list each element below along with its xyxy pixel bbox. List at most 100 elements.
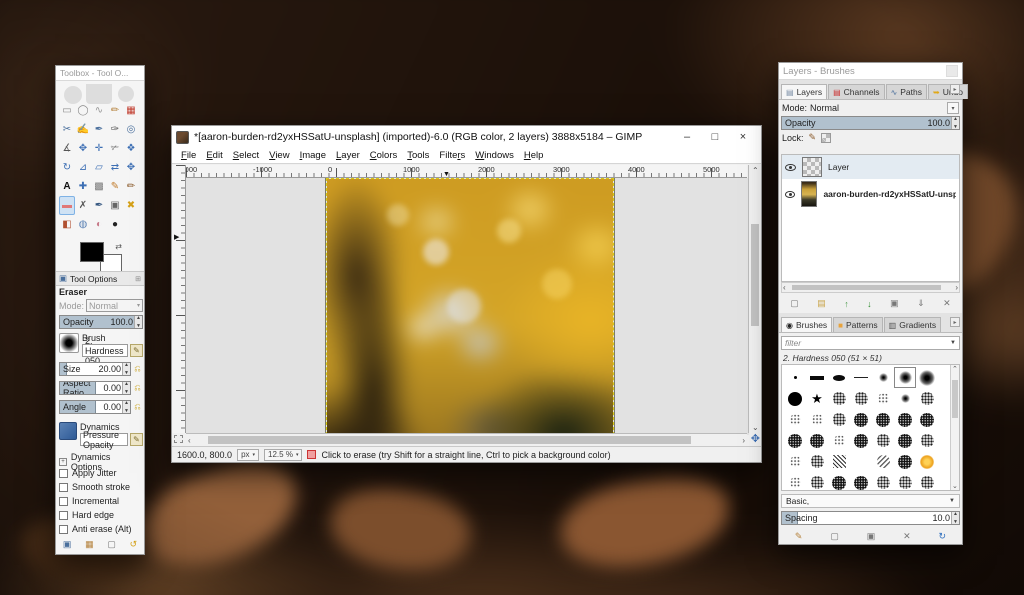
brush-group-select[interactable]: Basic, ▼ [781,494,960,508]
menu-select[interactable]: Select [228,150,264,161]
minimize-button[interactable]: – [673,126,701,148]
brush-swatch[interactable] [916,451,938,472]
brush-swatch[interactable] [850,430,872,451]
scroll-right-icon[interactable]: › [955,283,958,292]
tool-scissors-select[interactable]: ✂ [59,120,75,139]
brush-swatch[interactable] [872,388,894,409]
checkbox-box[interactable] [59,525,68,534]
brush-swatch[interactable] [850,451,872,472]
dynamics-icon[interactable] [59,422,77,440]
layer-row[interactable]: aaron-burden-rd2yxHSSatU-unspla [782,179,959,209]
titlebar-button[interactable] [946,65,958,77]
tool-rectangle-select[interactable]: ▭ [59,101,75,120]
brush-swatch[interactable] [894,409,916,430]
tool-eraser[interactable]: ▬ [59,196,75,215]
layer-list-scrollbar[interactable]: ‹ › [781,282,960,293]
checkbox-box[interactable] [59,483,68,492]
tool-blur-sharpen[interactable]: ◍ [75,215,91,234]
checkbox-smooth-stroke[interactable]: Smooth stroke [59,480,143,494]
brush-swatch[interactable] [872,472,894,491]
brush-swatch[interactable] [784,409,806,430]
brush-swatch[interactable] [784,388,806,409]
refresh-brushes-icon[interactable]: ↻ [938,531,946,542]
menu-edit[interactable]: Edit [201,150,227,161]
edit-brush-icon[interactable]: ✎ [130,344,143,357]
menu-image[interactable]: Image [295,150,331,161]
visibility-eye-icon[interactable] [785,164,796,171]
reset-angle-icon[interactable]: ⎌ [132,400,143,413]
brush-swatch[interactable] [894,430,916,451]
brush-swatch[interactable] [850,472,872,491]
navigation-cross-icon[interactable]: ✥ [751,432,760,445]
tool-zoom[interactable]: ◎ [123,120,139,139]
tool-pencil[interactable]: ✎ [107,177,123,196]
brush-swatch[interactable] [850,409,872,430]
brush-swatch[interactable] [916,430,938,451]
duplicate-layer-icon[interactable]: ▣ [890,298,899,309]
scroll-down-icon[interactable]: ⌄ [952,482,958,490]
dynamics-name-box[interactable]: Pressure Opacity [80,433,128,446]
tool-color-picker[interactable]: ✑ [107,120,123,139]
lock-pixels-icon[interactable]: ✎ [809,132,817,143]
visibility-eye-icon[interactable] [785,191,795,198]
spacing-slider[interactable]: Spacing 10.0 ▲▼ [781,511,960,525]
brush-swatch[interactable] [828,430,850,451]
brush-swatch[interactable] [784,451,806,472]
menu-windows[interactable]: Windows [470,150,519,161]
tool-airbrush[interactable]: ✗ [75,196,91,215]
layer-row[interactable]: Layer [782,155,959,179]
scroll-up-icon[interactable]: ⌃ [952,365,958,373]
tool-bucket-fill[interactable]: ◧ [59,215,75,234]
layers-titlebar[interactable]: Layers - Brushes [779,63,962,80]
new-layer-group-icon[interactable]: ▤ [817,298,826,309]
canvas-area[interactable] [186,178,749,435]
scroll-right-icon[interactable]: › [742,436,745,445]
scroll-up-icon[interactable]: ⌃ [752,166,759,175]
tool-paintbrush[interactable]: ✏ [123,177,139,196]
menu-file[interactable]: File [176,150,201,161]
menu-view[interactable]: View [264,150,294,161]
lower-layer-icon[interactable]: ↓ [867,299,872,309]
brush-swatch[interactable] [850,367,872,388]
menu-help[interactable]: Help [519,150,549,161]
mode-combo[interactable]: Normal▾ [86,299,143,312]
tool-fuzzy-select[interactable]: ✏ [107,101,123,120]
tool-free-select[interactable]: ∿ [91,101,107,120]
edit-brush-icon[interactable]: ✎ [795,531,803,542]
brush-swatch[interactable] [894,472,916,491]
brush-grid-scrollbar[interactable]: ⌃ ⌄ [950,365,959,490]
tool-shear[interactable]: ▱ [91,158,107,177]
brush-swatch[interactable] [784,367,806,388]
tool-rotate[interactable]: ↻ [59,158,75,177]
vertical-scrollbar-thumb[interactable] [751,224,759,326]
tool-flip[interactable]: ⇄ [107,158,123,177]
brushes-tab-patterns[interactable]: ■Patterns [833,317,883,332]
reset-aspect-icon[interactable]: ⎌ [132,381,143,394]
menu-tools[interactable]: Tools [402,150,434,161]
image-layer[interactable] [326,178,614,435]
raise-layer-icon[interactable]: ↑ [844,299,849,309]
vertical-scrollbar[interactable]: ⌃ ⌄ [748,165,761,433]
brush-swatch[interactable] [784,430,806,451]
tool-options-header[interactable]: ▣ Tool Options ⊞ [56,271,144,286]
delete-brush-icon[interactable]: ✕ [903,531,911,542]
tool-gradient[interactable]: ▩ [91,177,107,196]
checkbox-apply-jitter[interactable]: Apply Jitter [59,466,143,480]
brush-swatch[interactable] [806,409,828,430]
brush-swatch[interactable] [828,367,850,388]
maximize-button[interactable]: □ [701,126,729,148]
brush-swatch[interactable] [916,472,938,491]
save-tool-preset-icon[interactable]: ▣ [63,539,72,550]
horizontal-scrollbar[interactable]: ‹ › [186,433,747,446]
toolbox-titlebar[interactable]: Toolbox - Tool O... [56,66,144,81]
reset-size-icon[interactable]: ⎌ [132,362,143,375]
tab-menu-icon[interactable]: ▸ [950,317,960,327]
close-button[interactable]: × [729,126,757,148]
tool-mypaint-brush[interactable]: ✖ [123,196,139,215]
layer-opacity-slider[interactable]: Opacity 100.0 ▲▼ [781,116,960,130]
opacity-slider[interactable]: Opacity 100.0 ▲▼ [59,315,143,329]
edit-dynamics-icon[interactable]: ✎ [130,433,143,446]
brush-swatch[interactable] [872,430,894,451]
brushes-tab-gradients[interactable]: ▥Gradients [884,317,941,332]
tool-select-by-color[interactable]: ▦ [123,101,139,120]
